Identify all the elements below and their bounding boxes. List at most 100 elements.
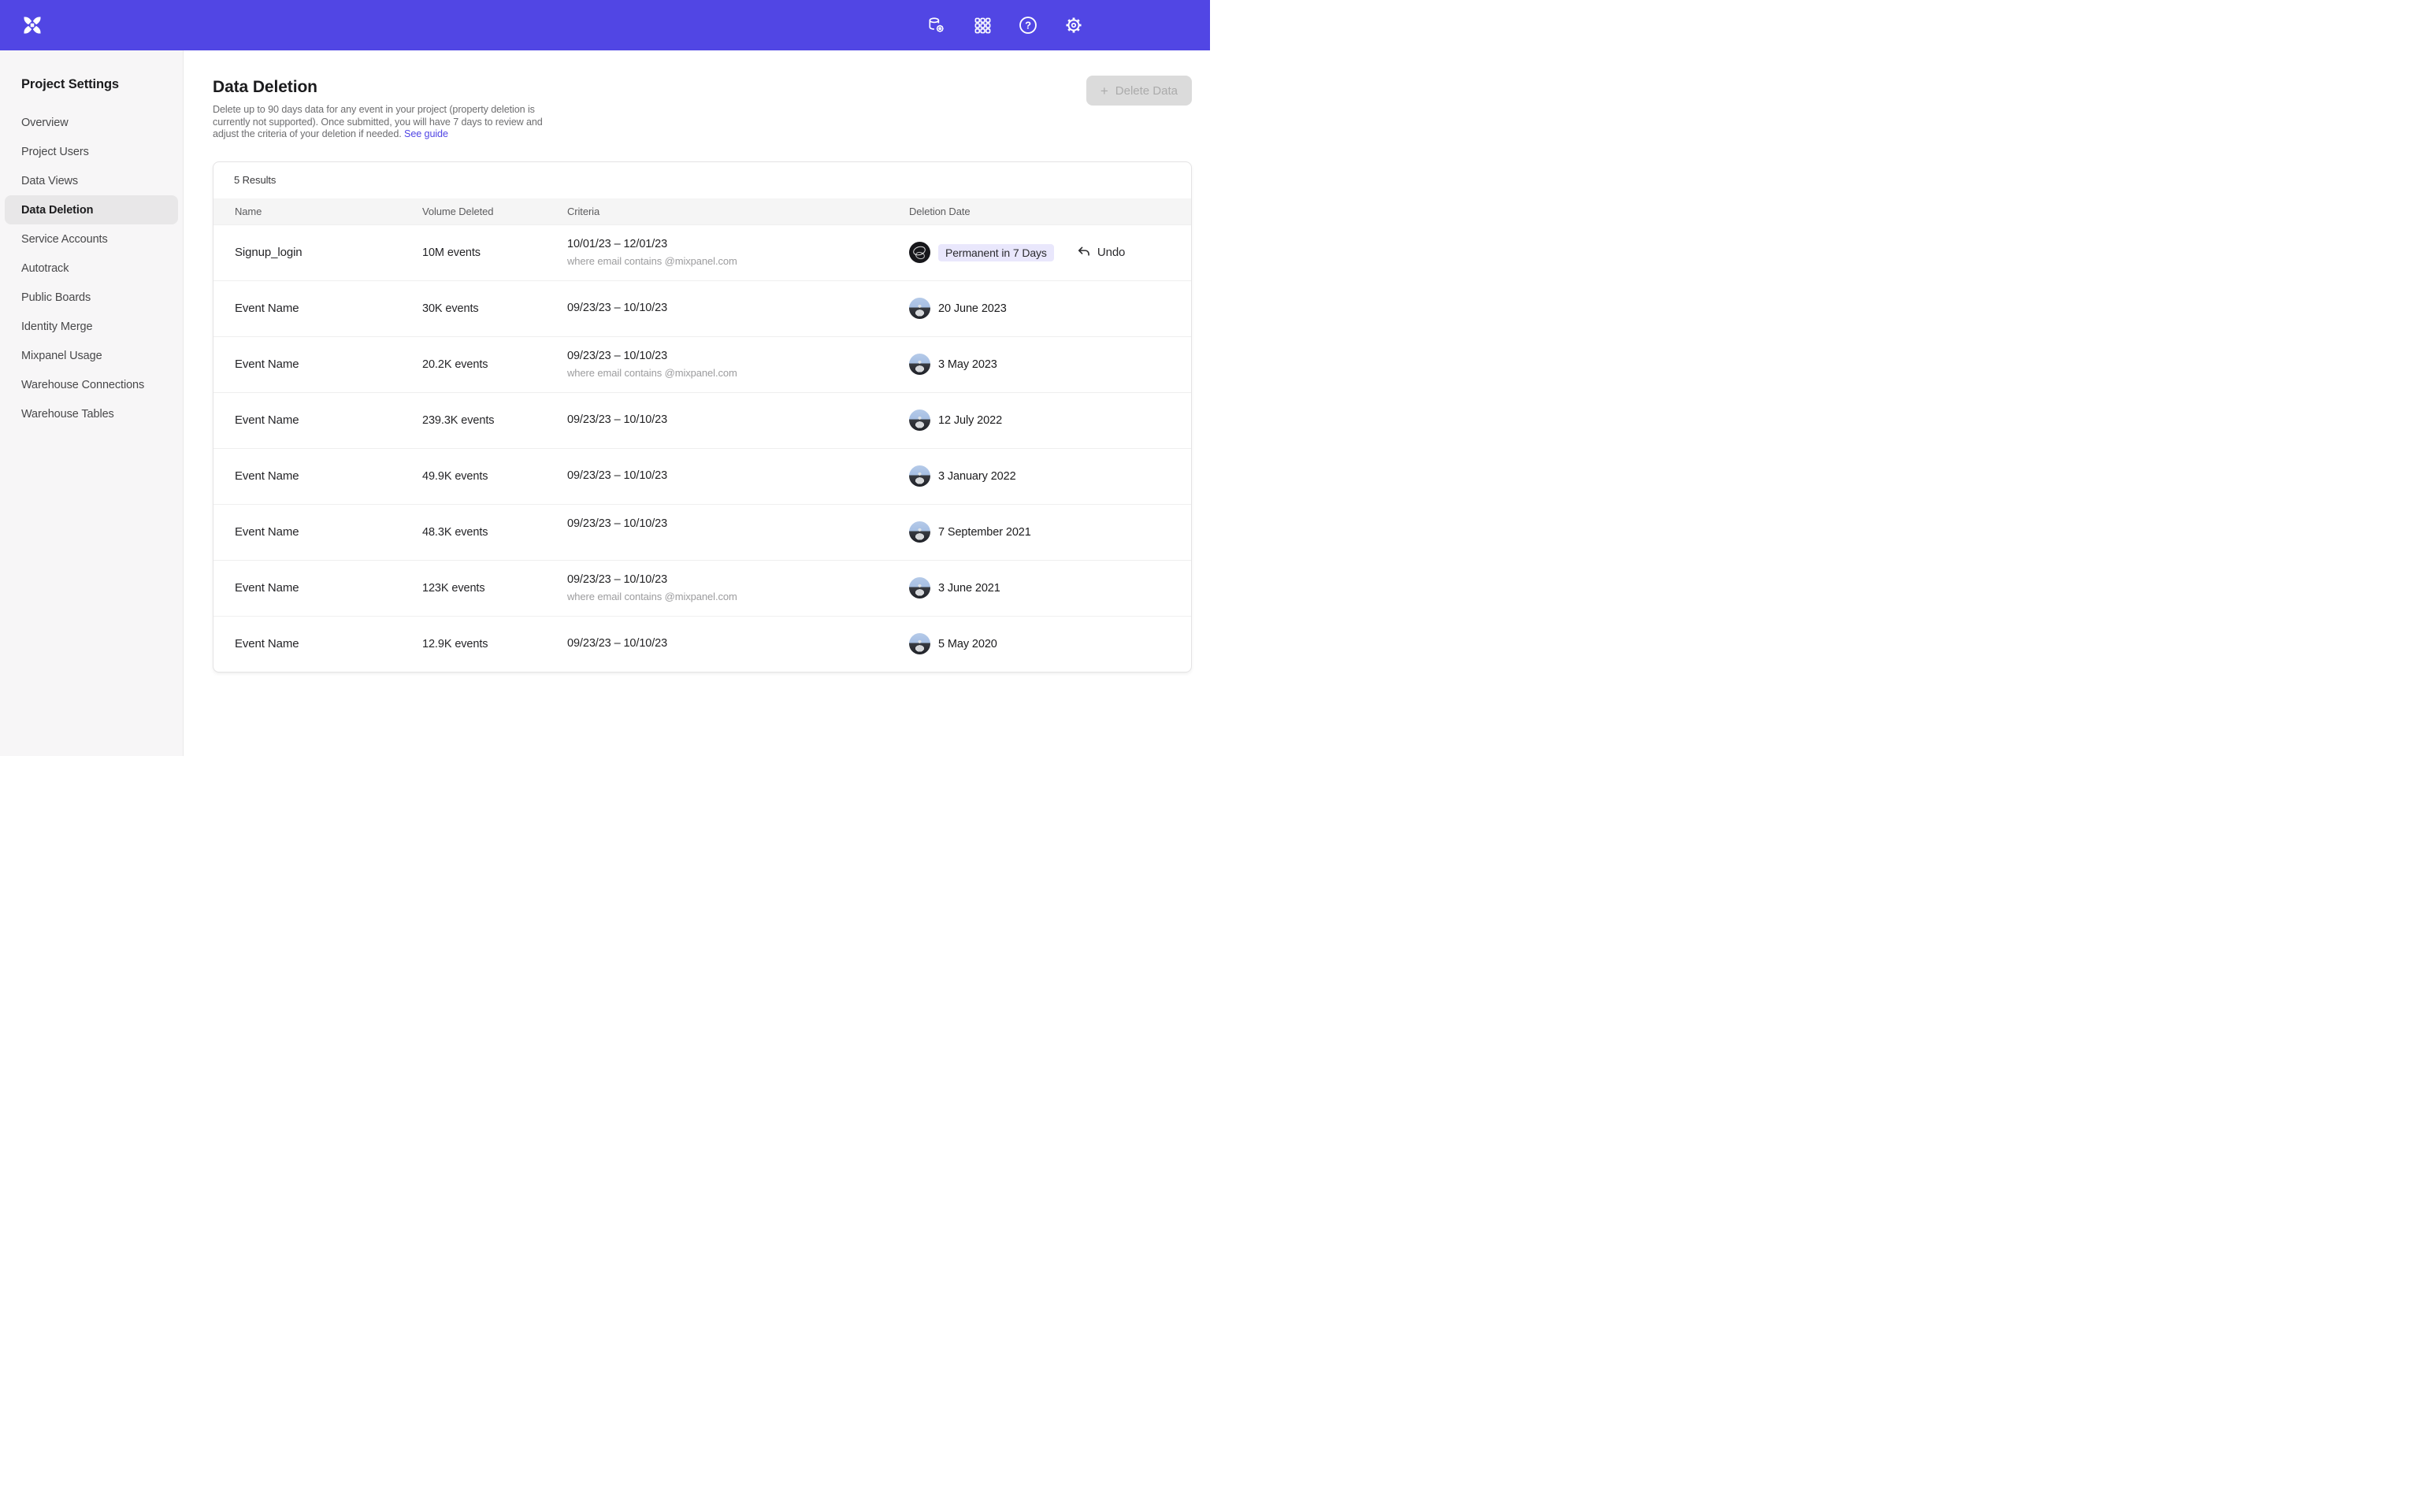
table-body: Signup_login 10M events 10/01/23 – 12/01… — [213, 224, 1191, 672]
mixpanel-x-logo[interactable] — [21, 14, 43, 36]
svg-text:?: ? — [1025, 20, 1031, 32]
row-criteria: 09/23/23 – 10/10/23 where email contains… — [567, 572, 909, 605]
row-deletion-date-cell: 7 September 2021 — [909, 521, 1191, 543]
row-volume-deleted: 12.9K events — [422, 638, 567, 650]
row-criteria-date-range: 09/23/23 – 10/10/23 — [567, 636, 909, 652]
row-criteria-date-range: 09/23/23 – 10/10/23 — [567, 468, 909, 484]
sidebar-item-project-users[interactable]: Project Users — [0, 137, 183, 166]
row-criteria-date-range: 09/23/23 – 10/10/23 — [567, 412, 909, 428]
table-row: Event Name 12.9K events 09/23/23 – 10/10… — [213, 616, 1191, 672]
row-volume-deleted: 49.9K events — [422, 470, 567, 483]
sidebar-item-data-deletion[interactable]: Data Deletion — [5, 195, 178, 224]
sidebar-item-data-views[interactable]: Data Views — [0, 166, 183, 195]
table-row: Event Name 48.3K events 09/23/23 – 10/10… — [213, 504, 1191, 560]
permanent-badge: Permanent in 7 Days — [938, 244, 1054, 261]
row-event-name: Event Name — [235, 637, 422, 650]
row-criteria: 10/01/23 – 12/01/23 where email contains… — [567, 236, 909, 269]
row-deletion-date-cell: 12 July 2022 — [909, 410, 1191, 431]
table-row: Event Name 20.2K events 09/23/23 – 10/10… — [213, 336, 1191, 392]
row-criteria-filter — [567, 532, 909, 549]
sidebar-item-mixpanel-usage[interactable]: Mixpanel Usage — [0, 341, 183, 370]
data-management-icon[interactable] — [926, 15, 947, 35]
undo-icon — [1076, 245, 1091, 260]
row-criteria-filter: where email contains @mixpanel.com — [567, 365, 909, 381]
row-criteria-filter: where email contains @mixpanel.com — [567, 253, 909, 269]
table-row: Event Name 239.3K events 09/23/23 – 10/1… — [213, 392, 1191, 448]
user-avatar — [909, 242, 930, 263]
table-row: Event Name 123K events 09/23/23 – 10/10/… — [213, 560, 1191, 616]
deletion-date-text: 3 January 2022 — [938, 470, 1016, 483]
row-event-name: Event Name — [235, 413, 422, 427]
table-header-row: Name Volume Deleted Criteria Deletion Da… — [213, 198, 1191, 224]
column-header-criteria: Criteria — [567, 206, 909, 217]
row-deletion-date-cell: 3 May 2023 — [909, 354, 1191, 375]
sidebar-item-service-accounts[interactable]: Service Accounts — [0, 224, 183, 254]
sidebar-item-autotrack[interactable]: Autotrack — [0, 254, 183, 283]
row-criteria-filter: where email contains @mixpanel.com — [567, 588, 909, 605]
row-deletion-date-cell: 3 June 2021 — [909, 577, 1191, 598]
row-criteria-date-range: 09/23/23 – 10/10/23 — [567, 516, 909, 532]
results-count: 5 Results — [213, 162, 1191, 198]
deletion-date-text: 5 May 2020 — [938, 638, 997, 650]
table-row: Event Name 49.9K events 09/23/23 – 10/10… — [213, 448, 1191, 504]
sidebar-item-identity-merge[interactable]: Identity Merge — [0, 312, 183, 341]
project-settings-sidebar: Project Settings OverviewProject UsersDa… — [0, 50, 184, 756]
row-criteria-date-range: 10/01/23 – 12/01/23 — [567, 236, 909, 253]
row-criteria: 09/23/23 – 10/10/23 — [567, 636, 909, 652]
help-icon[interactable]: ? — [1018, 15, 1038, 35]
sidebar-nav: OverviewProject UsersData ViewsData Dele… — [0, 108, 183, 428]
row-event-name: Signup_login — [235, 246, 422, 259]
row-criteria-date-range: 09/23/23 – 10/10/23 — [567, 348, 909, 365]
sidebar-item-overview[interactable]: Overview — [0, 108, 183, 137]
row-event-name: Event Name — [235, 302, 422, 315]
sidebar-item-public-boards[interactable]: Public Boards — [0, 283, 183, 312]
table-row: Event Name 30K events 09/23/23 – 10/10/2… — [213, 280, 1191, 336]
settings-gear-icon[interactable] — [1063, 15, 1084, 35]
page-description-text: Delete up to 90 days data for any event … — [213, 104, 543, 139]
deletion-date-text: 20 June 2023 — [938, 302, 1007, 315]
page-header: Data Deletion Delete up to 90 days data … — [184, 50, 1210, 141]
apps-grid-icon[interactable] — [972, 15, 993, 35]
sidebar-title: Project Settings — [21, 77, 183, 92]
user-avatar — [909, 465, 930, 487]
undo-label: Undo — [1097, 246, 1125, 259]
row-volume-deleted: 123K events — [422, 582, 567, 595]
deletion-date-text: 3 May 2023 — [938, 358, 997, 371]
row-criteria: 09/23/23 – 10/10/23 — [567, 516, 909, 549]
undo-button[interactable]: Undo — [1076, 245, 1125, 260]
column-header-name: Name — [235, 206, 422, 217]
column-header-volume: Volume Deleted — [422, 206, 567, 217]
row-criteria-date-range: 09/23/23 – 10/10/23 — [567, 572, 909, 588]
row-volume-deleted: 10M events — [422, 246, 567, 259]
row-volume-deleted: 30K events — [422, 302, 567, 315]
user-avatar — [909, 354, 930, 375]
row-event-name: Event Name — [235, 581, 422, 595]
table-row: Signup_login 10M events 10/01/23 – 12/01… — [213, 224, 1191, 280]
row-volume-deleted: 20.2K events — [422, 358, 567, 371]
row-deletion-date-cell: Permanent in 7 Days Undo — [909, 242, 1191, 263]
deletion-table-card: 5 Results Name Volume Deleted Criteria D… — [213, 161, 1192, 673]
row-volume-deleted: 48.3K events — [422, 526, 567, 539]
row-volume-deleted: 239.3K events — [422, 414, 567, 427]
row-event-name: Event Name — [235, 525, 422, 539]
sidebar-item-warehouse-tables[interactable]: Warehouse Tables — [0, 399, 183, 428]
main-content: Data Deletion Delete up to 90 days data … — [184, 50, 1210, 756]
deletion-date-text: 12 July 2022 — [938, 414, 1002, 427]
row-deletion-date-cell: 3 January 2022 — [909, 465, 1191, 487]
user-avatar — [909, 298, 930, 319]
row-criteria-date-range: 09/23/23 – 10/10/23 — [567, 300, 909, 317]
row-event-name: Event Name — [235, 358, 422, 371]
user-avatar — [909, 577, 930, 598]
sidebar-item-warehouse-connections[interactable]: Warehouse Connections — [0, 370, 183, 399]
deletion-date-text: 3 June 2021 — [938, 582, 1000, 595]
see-guide-link[interactable]: See guide — [404, 128, 448, 139]
row-criteria: 09/23/23 – 10/10/23 — [567, 412, 909, 428]
row-deletion-date-cell: 5 May 2020 — [909, 633, 1191, 654]
delete-data-button[interactable]: + Delete Data — [1086, 76, 1192, 106]
user-avatar — [909, 633, 930, 654]
row-criteria: 09/23/23 – 10/10/23 — [567, 300, 909, 317]
row-event-name: Event Name — [235, 469, 422, 483]
app-header: ? — [0, 0, 1210, 50]
plus-icon: + — [1101, 84, 1108, 98]
deletion-date-text: 7 September 2021 — [938, 526, 1031, 539]
